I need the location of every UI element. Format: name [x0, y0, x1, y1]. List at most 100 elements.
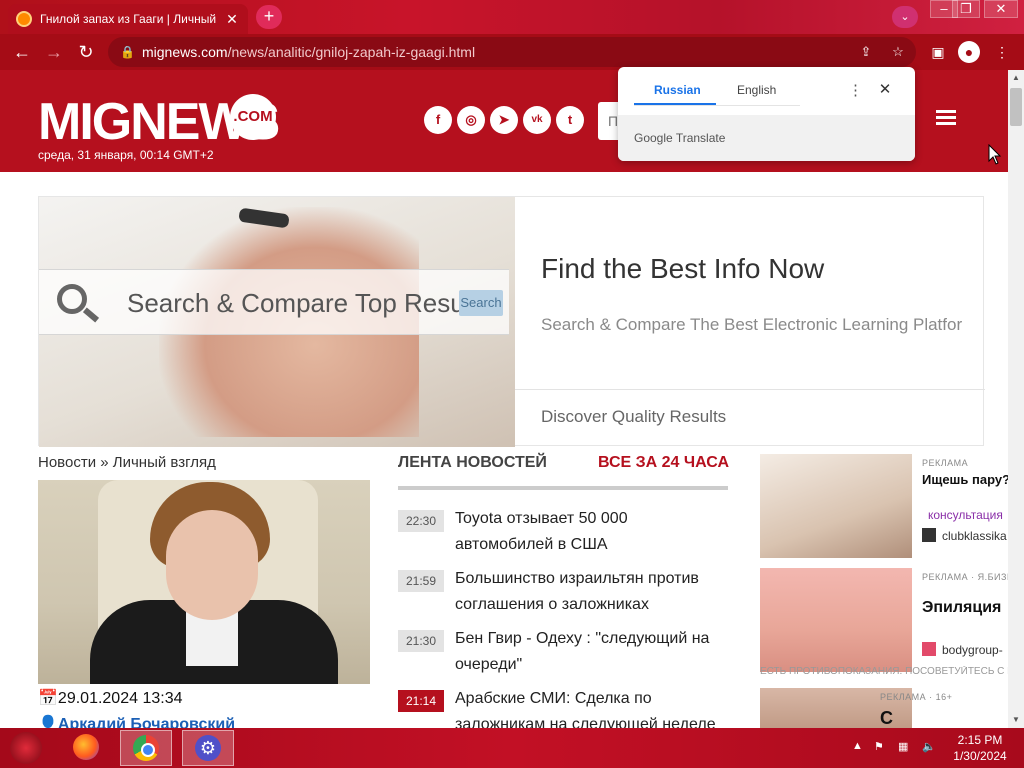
ad-image-searchbar: Search & Compare Top Results Search: [39, 269, 509, 335]
news-time: 21:59: [398, 570, 444, 592]
ad-source-text: bodygroup-: [942, 643, 1003, 657]
ad-label: РЕКЛАМА · 16+: [880, 692, 953, 702]
hamburger-menu-icon[interactable]: [936, 110, 956, 126]
settings-taskbar-button[interactable]: ⚙: [182, 730, 234, 766]
new-tab-button[interactable]: +: [256, 5, 282, 29]
news-time: 21:30: [398, 630, 444, 652]
header-date: среда, 31 января, 00:14 GMT+2: [38, 148, 214, 162]
magnifier-handle: [82, 307, 100, 323]
address-bar[interactable]: 🔒 mignews.com/news/analitic/gniloj-zapah…: [108, 37, 1024, 198]
news-item[interactable]: 22:30 Toyota отзывает 50 000 автомобилей…: [398, 506, 728, 562]
browser-tab-active[interactable]: Гнилой запах из Гааги | Личный ✕: [8, 4, 248, 34]
ad-headline[interactable]: Ищешь пару? Начни знакомиться сейчас: [922, 472, 1008, 488]
ad-woman-image: [760, 568, 912, 672]
face-shape: [166, 510, 258, 620]
news-text[interactable]: Арабские СМИ: Сделка по заложникам на сл…: [455, 686, 725, 728]
tab-title: Гнилой запах из Гааги | Личный: [40, 12, 217, 26]
news-text[interactable]: Toyota отзывает 50 000 автомобилей в США: [455, 506, 725, 558]
clock-time: 2:15 PM: [957, 733, 1003, 747]
close-icon[interactable]: ✕: [878, 80, 892, 98]
article-date: 📅29.01.2024 13:34: [38, 688, 182, 708]
magnifier-icon: [57, 284, 87, 314]
site-logo-com[interactable]: .COM: [230, 94, 276, 140]
ad-family-image: [760, 454, 912, 558]
tab-close-icon[interactable]: ✕: [224, 11, 240, 28]
google-translate-brand: Google Translate: [634, 131, 726, 145]
ad-title[interactable]: Find the Best Info Now: [541, 253, 824, 285]
sidebar-ad[interactable]: РЕКЛАМА · Я.БИЗНЕС Эпиляция bodygroup- Е…: [760, 568, 1008, 682]
lock-icon: 🔒: [120, 45, 135, 59]
page-scrollbar[interactable]: ▲ ▼: [1008, 70, 1024, 728]
scroll-thumb[interactable]: [1010, 88, 1022, 126]
more-options-icon[interactable]: ⋮: [848, 81, 863, 99]
clock-date: 1/30/2024: [953, 749, 1007, 763]
tab-english[interactable]: English: [737, 83, 776, 97]
side-panel-icon[interactable]: ▣: [928, 42, 948, 62]
screen: Гнилой запах из Гааги | Личный ✕ + ⌄ – ❐…: [0, 0, 1024, 768]
ad-headline[interactable]: Эпиляция: [922, 600, 1008, 616]
maximize-button[interactable]: ❐: [952, 0, 980, 18]
sidebar-ad[interactable]: РЕКЛАМА Ищешь пару? Начни знакомиться се…: [760, 454, 1008, 562]
feed-title[interactable]: ЛЕНТА НОВОСТЕЙ: [398, 454, 547, 472]
ad-headline[interactable]: С: [880, 710, 966, 726]
banner-ad[interactable]: Search & Compare Top Results Search Find…: [38, 196, 985, 447]
ad-source: clubklassika: [922, 528, 1007, 543]
profile-avatar-icon[interactable]: ●: [958, 41, 980, 63]
person-icon: 👤: [38, 716, 58, 728]
menu-kebab-icon[interactable]: ⋮: [992, 42, 1012, 62]
breadcrumb[interactable]: Новости » Личный взгляд: [38, 454, 216, 471]
tab-search-chevron-icon[interactable]: ⌄: [892, 6, 918, 28]
ad-disclaimer: ЕСТЬ ПРОТИВОПОКАЗАНИЯ. ПОСОВЕТУЙТЕСЬ С В…: [760, 666, 1008, 677]
tabs-line: [634, 105, 800, 106]
ad-discover-link[interactable]: Discover Quality Results: [541, 407, 726, 427]
bookmark-star-icon[interactable]: ☆: [888, 43, 908, 61]
news-text[interactable]: Бен Гвир - Одеху : "следующий на очереди…: [455, 626, 725, 678]
tab-russian[interactable]: Russian: [654, 83, 701, 97]
news-text[interactable]: Большинство израильтян против соглашения…: [455, 566, 725, 618]
news-item[interactable]: 21:14 Арабские СМИ: Сделка по заложникам…: [398, 686, 728, 728]
firefox-taskbar-button[interactable]: [60, 730, 112, 766]
ad-image: Search & Compare Top Results Search: [39, 197, 515, 447]
taskbar-clock[interactable]: 2:15 PM 1/30/2024: [950, 732, 1010, 764]
scroll-up-icon[interactable]: ▲: [1008, 70, 1024, 86]
twitter-icon[interactable]: t: [556, 106, 584, 134]
ad-image-search-button: Search: [459, 290, 503, 316]
active-tab-underline: [634, 103, 716, 105]
instagram-icon[interactable]: ◎: [457, 106, 485, 134]
telegram-icon[interactable]: ➤: [490, 106, 518, 134]
volume-muted-icon[interactable]: 🔈: [922, 740, 936, 753]
back-arrow-icon[interactable]: ←: [10, 40, 34, 64]
feed-title-24h[interactable]: ВСЕ ЗА 24 ЧАСА: [598, 454, 729, 472]
site-favicon-icon: [16, 11, 32, 27]
ad-label: РЕКЛАМА: [922, 458, 969, 468]
browser-tab-bar: Гнилой запах из Гааги | Личный ✕ + ⌄ – ❐…: [0, 0, 1024, 34]
ad-source: bodygroup-: [922, 642, 1003, 657]
scroll-down-icon[interactable]: ▼: [1008, 712, 1024, 728]
start-button[interactable]: [10, 732, 42, 764]
network-icon[interactable]: ▦: [898, 740, 908, 753]
os-taskbar: ⚙ ▲ ⚑ ▦ 🔈 2:15 PM 1/30/2024: [0, 728, 1024, 768]
sidebar-ad[interactable]: РЕКЛАМА · 16+ С: [760, 688, 1008, 728]
ad-label: РЕКЛАМА · Я.БИЗНЕС: [922, 572, 1008, 582]
ad-divider: [515, 389, 985, 390]
forward-arrow-icon[interactable]: →: [42, 40, 66, 64]
article-author[interactable]: 👤Аркадий Бочаровский: [38, 714, 235, 728]
chrome-taskbar-button[interactable]: [120, 730, 172, 766]
gear-icon: ⚙: [195, 735, 221, 761]
url-path: /news/analitic/gniloj-zapah-iz-gaagi.htm…: [227, 44, 476, 60]
vk-icon[interactable]: vk: [523, 106, 551, 134]
news-item[interactable]: 21:59 Большинство израильтян против согл…: [398, 566, 728, 622]
article-image[interactable]: [38, 480, 370, 684]
calendar-icon: 📅: [38, 690, 58, 707]
browser-toolbar: ← → ↻ 🔒 mignews.com/news/analitic/gniloj…: [0, 34, 1024, 198]
reload-icon[interactable]: ↻: [74, 40, 98, 64]
facebook-icon[interactable]: f: [424, 106, 452, 134]
ad-cta[interactable]: консультация: [928, 508, 1003, 522]
share-icon[interactable]: ⇪: [856, 43, 876, 61]
article-author-text[interactable]: Аркадий Бочаровский: [58, 716, 235, 728]
flag-icon[interactable]: ⚑: [874, 740, 884, 753]
news-item[interactable]: 21:30 Бен Гвир - Одеху : "следующий на о…: [398, 626, 728, 682]
close-window-button[interactable]: ✕: [984, 0, 1018, 18]
tray-chevron-icon[interactable]: ▲: [852, 740, 863, 752]
article-date-text: 29.01.2024 13:34: [57, 690, 183, 707]
